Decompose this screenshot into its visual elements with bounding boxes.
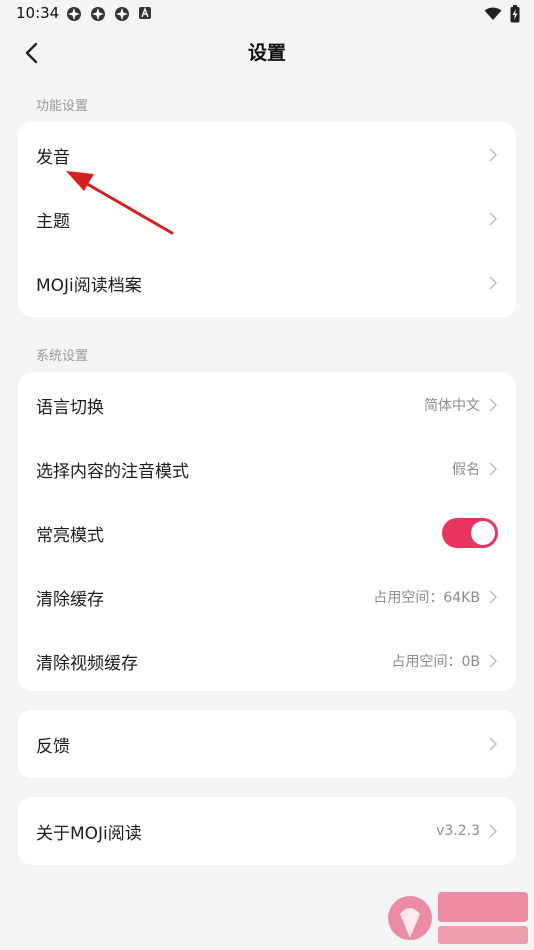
row-label: MOJi阅读档案: [36, 275, 142, 296]
chevron-right-icon: [489, 148, 498, 162]
row-feedback[interactable]: 反馈: [18, 712, 516, 776]
row-value: 占用空间：0B: [391, 654, 480, 670]
row-clear-cache[interactable]: 清除缓存 占用空间：64KB: [18, 565, 516, 629]
site-watermark-logo: [388, 892, 528, 944]
row-label: 常亮模式: [36, 525, 104, 546]
app-notification-icon: [91, 7, 105, 21]
chevron-right-icon: [489, 654, 498, 668]
row-theme[interactable]: 主题: [18, 187, 516, 251]
row-label: 反馈: [36, 736, 70, 757]
keep-screen-on-toggle[interactable]: [442, 518, 498, 548]
row-label: 关于MOJi阅读: [36, 823, 142, 844]
section-label-function: 功能设置: [36, 99, 89, 114]
row-pronunciation[interactable]: 发音: [18, 123, 516, 187]
row-label: 清除视频缓存: [36, 653, 138, 674]
row-language[interactable]: 语言切换 简体中文: [18, 373, 516, 437]
toggle-knob: [471, 521, 495, 545]
row-reading-profile[interactable]: MOJi阅读档案: [18, 251, 516, 315]
status-time: 10:34: [16, 4, 60, 22]
function-settings-card: 发音 主题 MOJi阅读档案: [18, 122, 516, 317]
row-ruby-mode[interactable]: 选择内容的注音模式 假名: [18, 437, 516, 501]
status-bar: 10:34: [0, 0, 534, 28]
row-about[interactable]: 关于MOJi阅读 v3.2.3: [18, 799, 516, 863]
system-icons: [484, 5, 520, 23]
about-card: 关于MOJi阅读 v3.2.3: [18, 797, 516, 865]
row-clear-video-cache[interactable]: 清除视频缓存 占用空间：0B: [18, 629, 516, 693]
notification-icons: [66, 6, 152, 22]
row-label: 清除缓存: [36, 589, 104, 610]
row-value: v3.2.3: [436, 823, 480, 839]
feedback-card: 反馈: [18, 710, 516, 778]
app-notification-icon: [67, 7, 81, 21]
chevron-right-icon: [489, 824, 498, 838]
wifi-icon: [484, 7, 502, 20]
a-badge-icon: [139, 7, 151, 19]
row-keep-screen-on: 常亮模式: [18, 501, 516, 565]
battery-charging-icon: [510, 5, 520, 23]
section-label-system: 系统设置: [36, 349, 89, 364]
row-label: 选择内容的注音模式: [36, 461, 189, 482]
chevron-right-icon: [489, 462, 498, 476]
system-settings-card: 语言切换 简体中文 选择内容的注音模式 假名 常亮模式 清除缓存 占用空间：64…: [18, 372, 516, 691]
row-label: 发音: [36, 147, 70, 168]
chevron-right-icon: [489, 398, 498, 412]
chevron-right-icon: [489, 590, 498, 604]
chevron-right-icon: [489, 212, 498, 226]
row-value: 假名: [452, 462, 480, 478]
row-value: 占用空间：64KB: [373, 590, 480, 606]
chevron-right-icon: [489, 737, 498, 751]
row-value: 简体中文: [424, 398, 480, 414]
row-label: 语言切换: [36, 397, 104, 418]
chevron-right-icon: [489, 276, 498, 290]
page-title: 设置: [247, 42, 286, 64]
row-label: 主题: [36, 211, 70, 232]
nav-bar: 设置: [0, 28, 534, 76]
app-notification-icon: [115, 7, 129, 21]
